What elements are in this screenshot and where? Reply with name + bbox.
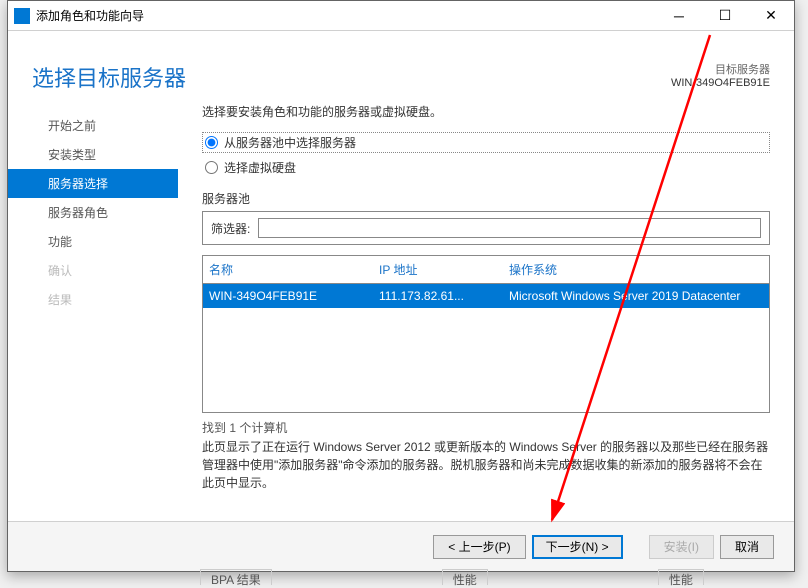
col-name[interactable]: 名称: [203, 256, 373, 283]
found-count: 找到 1 个计算机: [202, 419, 770, 436]
nav-results: 结果: [8, 285, 178, 314]
radio-server-pool[interactable]: 从服务器池中选择服务器: [202, 132, 770, 153]
next-button[interactable]: 下一步(N) >: [532, 535, 623, 559]
page-title: 选择目标服务器: [32, 61, 186, 93]
wizard-header: 选择目标服务器 目标服务器 WIN-349O4FEB91E: [8, 31, 794, 103]
install-button: 安装(I): [649, 535, 714, 559]
filter-input[interactable]: [258, 218, 761, 238]
nav-confirmation: 确认: [8, 256, 178, 285]
nav-server-roles[interactable]: 服务器角色: [8, 198, 178, 227]
maximize-button[interactable]: ☐: [702, 1, 748, 31]
wizard-footer: < 上一步(P) 下一步(N) > 安装(I) 取消: [8, 521, 794, 571]
main-panel: 选择要安装角色和功能的服务器或虚拟硬盘。 从服务器池中选择服务器 选择虚拟硬盘 …: [178, 103, 770, 492]
target-info: 目标服务器 WIN-349O4FEB91E: [671, 61, 770, 89]
target-label: 目标服务器: [671, 61, 770, 77]
nav-installation-type[interactable]: 安装类型: [8, 140, 178, 169]
server-table: 名称 IP 地址 操作系统 WIN-349O4FEB91E 111.173.82…: [202, 255, 770, 413]
table-row[interactable]: WIN-349O4FEB91E 111.173.82.61... Microso…: [203, 284, 769, 308]
radio-vhd-input[interactable]: [205, 161, 218, 174]
col-ip[interactable]: IP 地址: [373, 256, 503, 283]
wizard-window: 添加角色和功能向导 ─ ☐ ✕ 选择目标服务器 目标服务器 WIN-349O4F…: [7, 0, 795, 572]
window-title: 添加角色和功能向导: [36, 7, 656, 24]
cancel-button[interactable]: 取消: [720, 535, 774, 559]
titlebar: 添加角色和功能向导 ─ ☐ ✕: [8, 1, 794, 31]
prompt-text: 选择要安装角色和功能的服务器或虚拟硬盘。: [202, 103, 770, 120]
tab-bpa[interactable]: BPA 结果: [200, 569, 272, 585]
tab-perf2[interactable]: 性能: [658, 569, 704, 585]
table-header: 名称 IP 地址 操作系统: [203, 256, 769, 284]
prev-button[interactable]: < 上一步(P): [433, 535, 525, 559]
radio-server-pool-label: 从服务器池中选择服务器: [224, 134, 356, 151]
wizard-body: 开始之前 安装类型 服务器选择 服务器角色 功能 确认 结果 选择要安装角色和功…: [8, 103, 794, 492]
col-os[interactable]: 操作系统: [503, 256, 769, 283]
nav-before-you-begin[interactable]: 开始之前: [8, 111, 178, 140]
server-pool-label: 服务器池: [202, 190, 770, 207]
description-text: 此页显示了正在运行 Windows Server 2012 或更新版本的 Win…: [202, 438, 770, 492]
radio-vhd-label: 选择虚拟硬盘: [224, 159, 296, 176]
filter-label: 筛选器:: [211, 220, 250, 237]
target-server: WIN-349O4FEB91E: [671, 77, 770, 89]
radio-server-pool-input[interactable]: [205, 136, 218, 149]
app-icon: [14, 8, 30, 24]
tab-perf1[interactable]: 性能: [442, 569, 488, 585]
close-button[interactable]: ✕: [748, 1, 794, 31]
filter-box: 筛选器:: [202, 211, 770, 245]
radio-vhd[interactable]: 选择虚拟硬盘: [202, 157, 770, 178]
nav-features[interactable]: 功能: [8, 227, 178, 256]
minimize-button[interactable]: ─: [656, 1, 702, 31]
cell-os: Microsoft Windows Server 2019 Datacenter: [503, 284, 769, 308]
wizard-nav: 开始之前 安装类型 服务器选择 服务器角色 功能 确认 结果: [8, 103, 178, 492]
nav-server-selection[interactable]: 服务器选择: [8, 169, 178, 198]
background-tabs: BPA 结果 性能 性能: [0, 569, 808, 585]
cell-name: WIN-349O4FEB91E: [203, 284, 373, 308]
cell-ip: 111.173.82.61...: [373, 284, 503, 308]
